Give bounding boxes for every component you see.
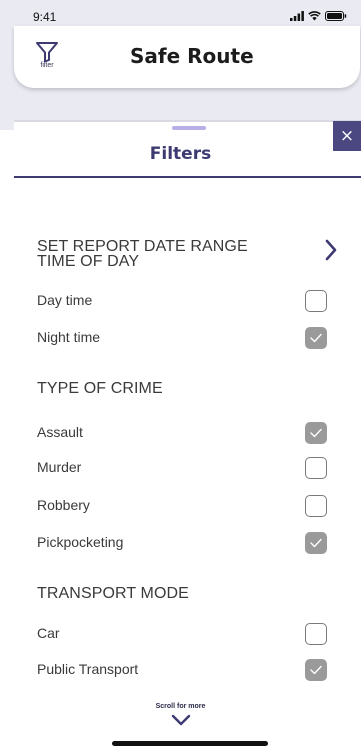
option-label: Pickpocketing: [37, 534, 124, 550]
sheet-divider: [14, 176, 361, 178]
chevron-right-icon: [325, 239, 337, 261]
drag-handle[interactable]: [172, 126, 206, 130]
funnel-icon: [36, 42, 58, 63]
day-time-checkbox[interactable]: [305, 290, 327, 312]
murder-checkbox[interactable]: [305, 457, 327, 479]
car-checkbox[interactable]: [305, 623, 327, 645]
filter-label: filter: [40, 62, 54, 69]
status-icons: [290, 11, 347, 21]
option-label: Public Transport: [37, 661, 139, 677]
checkmark-icon: [310, 428, 322, 438]
option-label: Day time: [37, 292, 93, 308]
section-type-of-crime: TYPE OF CRIME: [37, 380, 163, 397]
pickpocketing-checkbox[interactable]: [305, 532, 327, 554]
night-time-checkbox[interactable]: [305, 327, 327, 349]
option-label: Car: [37, 625, 60, 641]
home-indicator: [112, 741, 268, 746]
section-transport-mode: TRANSPORT MODE: [37, 585, 189, 602]
status-time: 9:41: [33, 10, 57, 24]
assault-checkbox[interactable]: [305, 422, 327, 444]
option-label: Robbery: [37, 497, 90, 513]
checkmark-icon: [310, 333, 322, 343]
signal-icon: [290, 11, 304, 21]
checkmark-icon: [310, 538, 322, 548]
chevron-down-icon[interactable]: [171, 714, 191, 726]
app-title: Safe Route: [130, 44, 254, 68]
app-header: filter Safe Route: [14, 26, 360, 88]
option-label: Murder: [37, 459, 82, 475]
battery-icon: [325, 11, 347, 21]
filter-button[interactable]: filter: [30, 40, 64, 84]
section-time-of-day: TIME OF DAY: [37, 253, 140, 270]
robbery-checkbox[interactable]: [305, 495, 327, 517]
scroll-hint: Scroll for more: [155, 703, 206, 710]
option-label: Night time: [37, 329, 101, 345]
option-label: Assault: [37, 424, 83, 440]
sheet-title: Filters: [149, 144, 212, 164]
wifi-icon: [308, 11, 321, 21]
checkmark-icon: [310, 665, 322, 675]
public-transport-checkbox[interactable]: [305, 659, 327, 681]
